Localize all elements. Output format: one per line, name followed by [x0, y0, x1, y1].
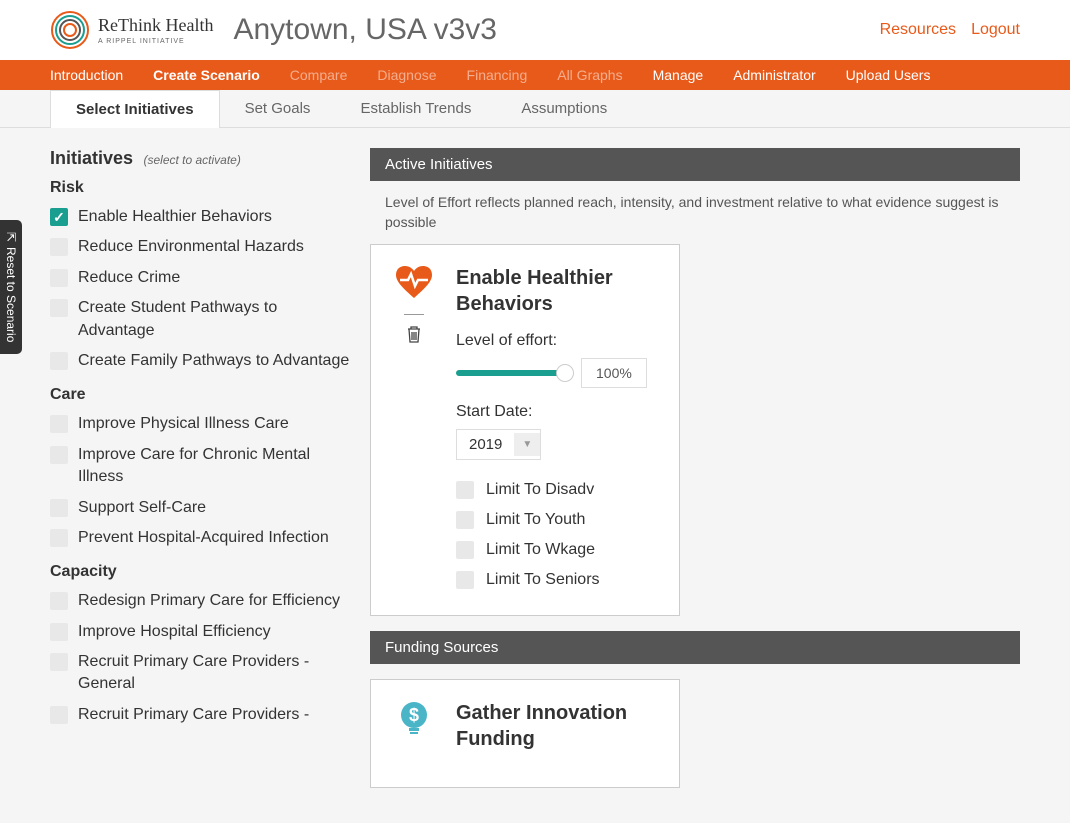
tabbar: Select Initiatives Set Goals Establish T… [0, 90, 1070, 128]
separator-icon [404, 314, 424, 315]
initiatives-panel: Initiatives (select to activate) Risk En… [50, 148, 350, 803]
funding-sources-header: Funding Sources [370, 631, 1020, 664]
heart-icon [394, 265, 434, 299]
init-mental-illness[interactable]: Improve Care for Chronic Mental Illness [50, 440, 350, 493]
category-risk-title: Risk [50, 179, 350, 197]
effort-label: Level of effort: [456, 332, 659, 350]
page-title: Anytown, USA v3v3 [233, 13, 496, 47]
initiatives-subtext: (select to activate) [143, 153, 240, 167]
logout-link[interactable]: Logout [971, 21, 1020, 39]
checkbox-icon [50, 529, 68, 547]
init-student-pathways[interactable]: Create Student Pathways to Advantage [50, 293, 350, 346]
tab-assumptions[interactable]: Assumptions [496, 90, 632, 127]
slider-thumb-icon [556, 364, 574, 382]
initiative-card: Enable Healthier Behaviors Level of effo… [370, 244, 680, 616]
card-title: Enable Healthier Behaviors [456, 265, 659, 317]
checkbox-icon [50, 653, 68, 671]
init-redesign-primary[interactable]: Redesign Primary Care for Efficiency [50, 586, 350, 616]
svg-text:$: $ [408, 705, 418, 725]
init-enable-healthier[interactable]: Enable Healthier Behaviors [50, 202, 350, 232]
nav-introduction[interactable]: Introduction [50, 67, 123, 83]
lightbulb-dollar-icon: $ [397, 700, 431, 740]
resources-link[interactable]: Resources [880, 21, 956, 39]
checkbox-icon [456, 541, 474, 559]
start-date-label: Start Date: [456, 403, 659, 421]
effort-value[interactable]: 100% [581, 358, 647, 388]
tab-set-goals[interactable]: Set Goals [220, 90, 336, 127]
init-hospital-efficiency[interactable]: Improve Hospital Efficiency [50, 617, 350, 647]
effort-slider[interactable] [456, 370, 566, 376]
checkbox-icon [456, 571, 474, 589]
init-self-care[interactable]: Support Self-Care [50, 493, 350, 523]
nav-all-graphs[interactable]: All Graphs [557, 67, 622, 83]
init-hospital-infection[interactable]: Prevent Hospital-Acquired Infection [50, 523, 350, 553]
nav-manage[interactable]: Manage [653, 67, 704, 83]
reset-icon: ⇱ [4, 232, 18, 242]
logo[interactable]: ReThink Health A RIPPEL INITIATIVE [50, 10, 213, 50]
logo-rings-icon [50, 10, 90, 50]
limit-seniors[interactable]: Limit To Seniors [456, 565, 659, 595]
nav-upload-users[interactable]: Upload Users [846, 67, 931, 83]
funding-card: $ Gather Innovation Funding [370, 679, 680, 788]
checkbox-icon [456, 481, 474, 499]
checkbox-icon [50, 208, 68, 226]
navbar: Introduction Create Scenario Compare Dia… [0, 60, 1070, 90]
chevron-down-icon: ▼ [514, 433, 540, 456]
logo-subtitle: A RIPPEL INITIATIVE [98, 38, 213, 45]
tab-select-initiatives[interactable]: Select Initiatives [50, 90, 220, 128]
funding-card-title: Gather Innovation Funding [456, 700, 659, 752]
limit-disadv[interactable]: Limit To Disadv [456, 475, 659, 505]
checkbox-icon [50, 352, 68, 370]
init-family-pathways[interactable]: Create Family Pathways to Advantage [50, 346, 350, 376]
reset-scenario-button[interactable]: ⇱ Reset to Scenario [0, 220, 22, 354]
right-panel: Active Initiatives Level of Effort refle… [370, 148, 1020, 803]
active-initiatives-desc: Level of Effort reflects planned reach, … [370, 181, 1020, 244]
nav-financing[interactable]: Financing [467, 67, 528, 83]
checkbox-icon [50, 592, 68, 610]
limit-youth[interactable]: Limit To Youth [456, 505, 659, 535]
init-reduce-env[interactable]: Reduce Environmental Hazards [50, 232, 350, 262]
logo-title: ReThink Health [98, 15, 213, 36]
nav-administrator[interactable]: Administrator [733, 67, 815, 83]
category-capacity-title: Capacity [50, 563, 350, 581]
category-care-title: Care [50, 386, 350, 404]
checkbox-icon [50, 623, 68, 641]
limit-wkage[interactable]: Limit To Wkage [456, 535, 659, 565]
checkbox-icon [50, 706, 68, 724]
initiatives-heading: Initiatives [50, 148, 133, 168]
nav-create-scenario[interactable]: Create Scenario [153, 67, 260, 83]
checkbox-icon [456, 511, 474, 529]
header-links: Resources Logout [880, 21, 1020, 39]
init-recruit-providers[interactable]: Recruit Primary Care Providers - [50, 700, 350, 730]
start-date-select[interactable]: 2019 ▼ [456, 429, 541, 460]
init-reduce-crime[interactable]: Reduce Crime [50, 263, 350, 293]
nav-diagnose[interactable]: Diagnose [377, 67, 436, 83]
checkbox-icon [50, 499, 68, 517]
checkbox-icon [50, 238, 68, 256]
checkbox-icon [50, 415, 68, 433]
tab-establish-trends[interactable]: Establish Trends [335, 90, 496, 127]
checkbox-icon [50, 446, 68, 464]
main-content: Initiatives (select to activate) Risk En… [0, 128, 1070, 823]
checkbox-icon [50, 299, 68, 317]
trash-icon[interactable] [406, 325, 422, 348]
header: ReThink Health A RIPPEL INITIATIVE Anyto… [0, 0, 1070, 60]
init-recruit-general[interactable]: Recruit Primary Care Providers - General [50, 647, 350, 700]
active-initiatives-header: Active Initiatives [370, 148, 1020, 181]
checkbox-icon [50, 269, 68, 287]
init-physical-illness[interactable]: Improve Physical Illness Care [50, 409, 350, 439]
nav-compare[interactable]: Compare [290, 67, 348, 83]
header-left: ReThink Health A RIPPEL INITIATIVE Anyto… [50, 10, 497, 50]
